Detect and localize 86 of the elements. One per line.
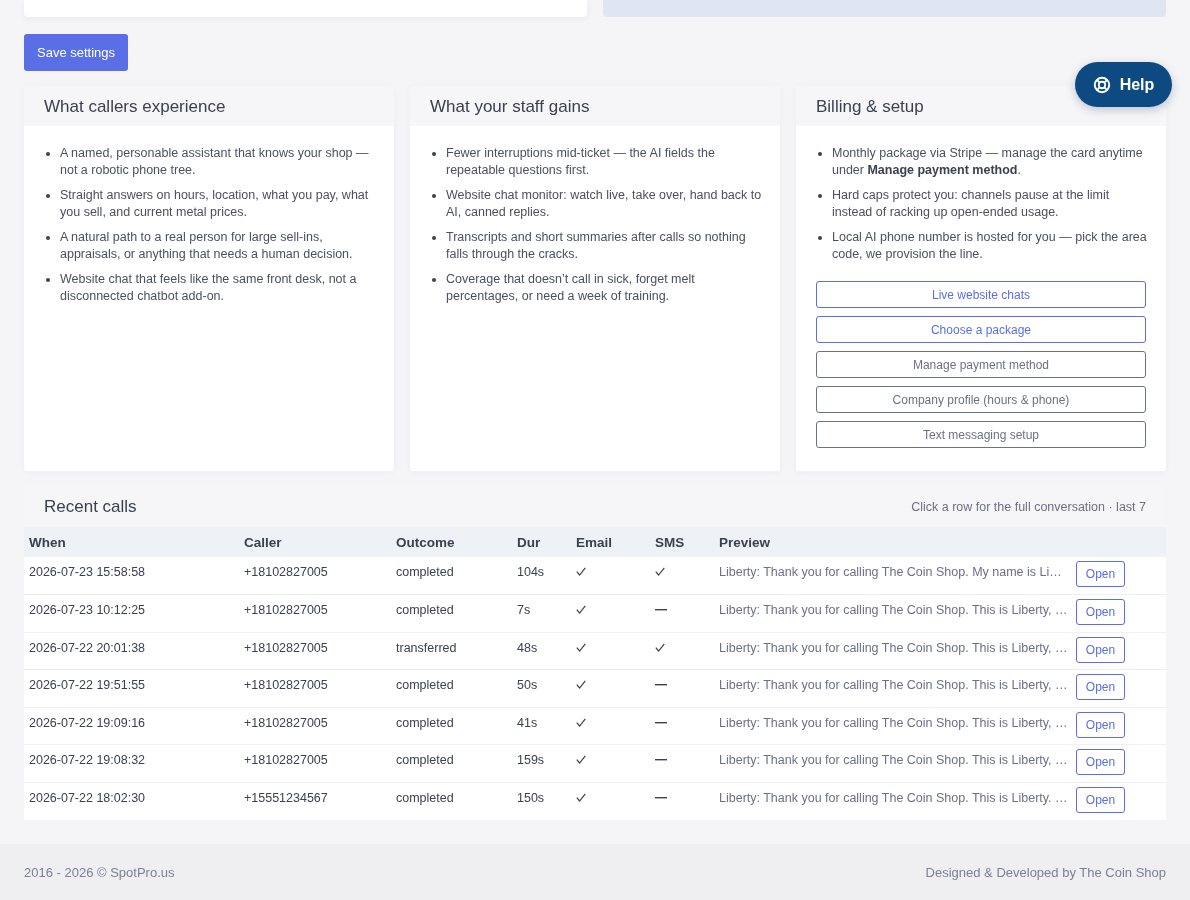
- table-cell: Liberty: Thank you for calling The Coin Shop. This is Liberty, …: [719, 602, 1068, 619]
- table-cell: Liberty: Thank you for calling The Coin Shop. This is Liberty, …: [719, 752, 1068, 769]
- table-cell: 7s: [517, 602, 531, 619]
- open-button[interactable]: Open: [1076, 599, 1125, 626]
- table-cell: 50s: [517, 677, 538, 694]
- open-button[interactable]: Open: [1076, 787, 1125, 814]
- open-button[interactable]: Open: [1076, 749, 1125, 776]
- column-header: SMS: [650, 527, 714, 557]
- table-cell: completed: [396, 602, 454, 619]
- link-button[interactable]: Manage payment method: [816, 351, 1146, 378]
- link-button[interactable]: Choose a package: [816, 316, 1146, 343]
- column-header: Email: [571, 527, 650, 557]
- table-cell: 41s: [517, 714, 538, 731]
- bullet-text: Monthly package via Stripe — manage the card anytime under Manage payment method.: [832, 145, 1144, 179]
- bullet-text: A named, personable assistant that knows your shop — not a robotic phone tree.: [60, 145, 370, 179]
- link-button[interactable]: Text messaging setup: [816, 421, 1146, 448]
- table-cell: 2026-07-23 15:58:58: [29, 564, 146, 580]
- table-cell: +15551234567: [244, 790, 328, 807]
- table-cell: completed: [396, 752, 454, 769]
- credit-text: Designed & Developed by The Coin Shop: [925, 864, 1166, 880]
- open-button[interactable]: Open: [1076, 636, 1125, 663]
- section-title: Recent calls: [44, 496, 137, 517]
- table-cell: +18102827005: [244, 564, 328, 580]
- table-cell: 104s: [517, 564, 545, 580]
- column-header: Dur: [512, 527, 571, 557]
- bullet-icon: [46, 194, 50, 198]
- bullet-text: Website chat monitor: watch live, take over, hand back to AI, canned replies.: [446, 187, 762, 221]
- table-cell: Liberty: Thank you for calling The Coin Shop. This is Liberty, …: [719, 639, 1068, 656]
- table-cell: completed: [396, 677, 454, 694]
- column-header: When: [24, 527, 239, 557]
- bullet-icon: [432, 236, 436, 240]
- table-cell: +18102827005: [244, 677, 328, 694]
- bullet-text: Website chat that feels like the same front desk, not a disconnected chatbot add-on.: [60, 271, 358, 305]
- bullet-text: Straight answers on hours, location, what you pay, what you sell, and current metal prices.: [60, 187, 370, 221]
- card-title: What your staff gains: [430, 95, 590, 117]
- table-cell: Liberty: Thank you for calling The Coin Shop. This is Liberty. …: [719, 790, 1068, 807]
- bullet-text: Coverage that doesn’t call in sick, forget melt percentages, or need a week of training.: [446, 271, 696, 305]
- table-cell: completed: [396, 564, 454, 580]
- table-cell: completed: [396, 790, 454, 807]
- bullet-text: A natural path to a real person for large sell-ins, appraisals, or anything that needs a human decision.: [60, 229, 354, 263]
- bullet-icon: [818, 152, 822, 156]
- help-button[interactable]: Help: [1075, 62, 1172, 107]
- link-button[interactable]: Company profile (hours & phone): [816, 386, 1146, 413]
- table-cell: +18102827005: [244, 602, 328, 619]
- table-cell: completed: [396, 714, 454, 731]
- table-cell: +18102827005: [244, 752, 328, 769]
- card-title: What callers experience: [44, 95, 226, 117]
- bullet-icon: [46, 278, 50, 282]
- table-cell: +18102827005: [244, 639, 328, 656]
- table-cell: 2026-07-22 19:51:55: [29, 677, 146, 694]
- save-button[interactable]: Save settings: [24, 34, 129, 71]
- column-header: Outcome: [391, 527, 512, 557]
- link-button[interactable]: Live website chats: [816, 281, 1146, 308]
- bullet-text: Fewer interruptions mid-ticket — the AI fields the repeatable questions first.: [446, 145, 716, 179]
- table-cell: Liberty: Thank you for calling The Coin Shop. My name is Li…: [719, 564, 1062, 580]
- bullet-icon: [432, 194, 436, 198]
- bullet-text: Local AI phone number is hosted for you — pick the area code, we provision the line.: [832, 229, 1148, 263]
- table-cell: 2026-07-22 20:01:38: [29, 639, 146, 656]
- column-header: Caller: [239, 527, 391, 557]
- hint-text: Click a row for the full conversation · last 7: [911, 499, 1146, 514]
- open-button[interactable]: Open: [1076, 561, 1125, 587]
- bullet-icon: [818, 236, 822, 240]
- bullet-icon: [432, 152, 436, 156]
- column-header: Preview: [714, 527, 1071, 557]
- table-cell: Liberty: Thank you for calling The Coin Shop. This is Liberty, …: [719, 714, 1068, 731]
- table-cell: 48s: [517, 639, 538, 656]
- open-button[interactable]: Open: [1076, 674, 1125, 701]
- bullet-text: Transcripts and short summaries after calls so nothing falls through the cracks.: [446, 229, 747, 263]
- bullet-icon: [432, 278, 436, 282]
- table-cell: 2026-07-22 18:02:30: [29, 790, 146, 807]
- table-cell: 150s: [517, 790, 545, 807]
- table-cell: transferred: [396, 639, 457, 656]
- table-cell: 2026-07-23 10:12:25: [29, 602, 146, 619]
- bullet-icon: [818, 194, 822, 198]
- copyright-text: 2016 - 2026 © SpotPro.us: [24, 864, 175, 880]
- open-button[interactable]: Open: [1076, 711, 1125, 738]
- lifebuoy-icon: [1092, 75, 1111, 94]
- table-cell: 2026-07-22 19:09:16: [29, 714, 146, 731]
- bullet-text: Hard caps protect you: channels pause at the limit instead of racking up open-ended usage.: [832, 187, 1111, 221]
- bullet-icon: [46, 236, 50, 240]
- bullet-icon: [46, 152, 50, 156]
- table-cell: +18102827005: [244, 714, 328, 731]
- table-cell: Liberty: Thank you for calling The Coin Shop. This is Liberty, …: [719, 677, 1068, 694]
- card-title: Billing & setup: [816, 95, 924, 117]
- table-cell: 2026-07-22 19:08:32: [29, 752, 146, 769]
- table-cell: 159s: [517, 752, 545, 769]
